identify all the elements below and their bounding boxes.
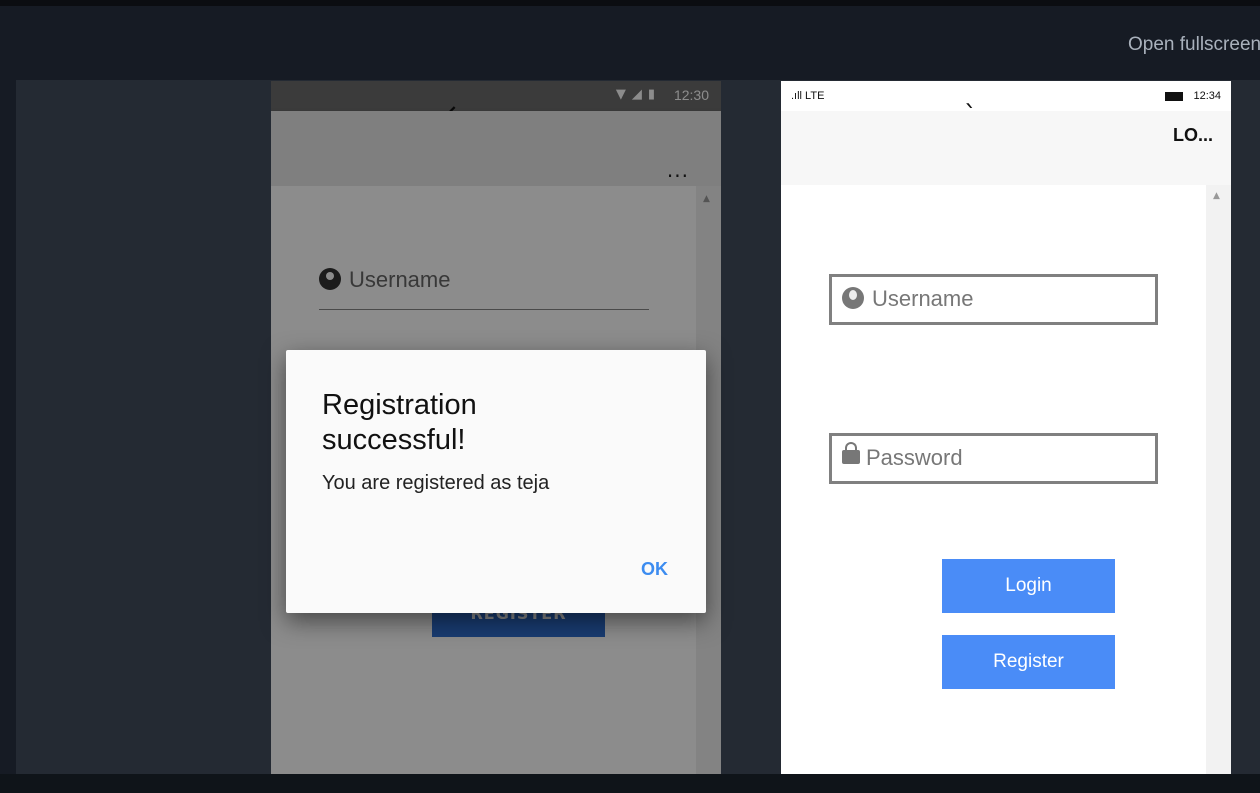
dialog-message: You are registered as teja [322, 472, 550, 494]
registration-dialog: Registration successful! You are registe… [286, 350, 706, 613]
windows-password-placeholder: Password [866, 445, 963, 470]
windows-page-title: LO... [1173, 125, 1213, 145]
signal-lte-icon: .ıll LTE [791, 90, 825, 102]
user-icon [842, 287, 864, 309]
windows-username-placeholder: Username [872, 286, 974, 311]
left-strip [0, 80, 16, 774]
bottom-bar [0, 774, 1260, 793]
lock-icon [842, 442, 860, 464]
windows-status-bar: .ıll LTE 12:34 [781, 81, 1231, 111]
dialog-ok-button[interactable]: OK [641, 559, 668, 580]
dialog-title: Registration successful! [322, 389, 477, 456]
windows-scrollbar[interactable]: ▲ [1206, 185, 1231, 774]
windows-status-time: 12:34 [1193, 90, 1221, 102]
windows-app-bar: ˋ LO... [781, 101, 1231, 185]
windows-preview: .ıll LTE 12:34 ˋ LO... ▲ Username Passwo… [781, 81, 1231, 774]
windows-register-button[interactable]: Register [942, 635, 1115, 689]
scroll-up-icon[interactable]: ▲ [1213, 191, 1220, 201]
battery-icon [1165, 92, 1183, 101]
open-fullscreen-link[interactable]: Open fullscreen [1128, 34, 1260, 56]
windows-username-input[interactable]: Username [829, 274, 1158, 325]
windows-password-input[interactable]: Password [829, 433, 1158, 484]
top-bar: Open fullscreen [0, 0, 1260, 80]
login-button[interactable]: Login [942, 559, 1115, 613]
back-icon[interactable]: ˋ [964, 101, 977, 131]
preview-stage: ▼◢▮ 12:30 ← ... ▲ Username REGISTER Regi… [16, 80, 1260, 774]
